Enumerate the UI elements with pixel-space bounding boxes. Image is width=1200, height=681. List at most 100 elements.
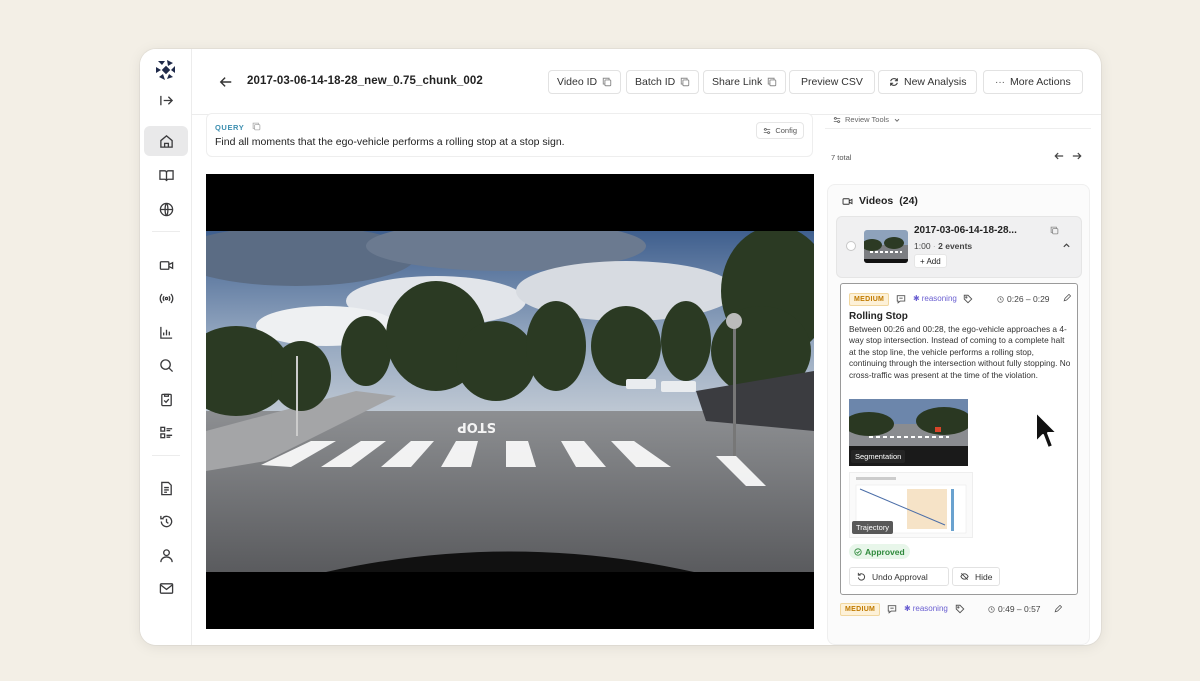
- review-tools-dropdown[interactable]: Review Tools: [825, 111, 1091, 129]
- home-icon[interactable]: [144, 126, 188, 156]
- trajectory-label: Trajectory: [852, 521, 894, 534]
- select-radio[interactable]: [846, 241, 856, 251]
- ellipsis-icon: ···: [995, 76, 1005, 88]
- next-arrow-icon[interactable]: [1072, 151, 1082, 161]
- video-events-count: 2 events: [938, 241, 973, 251]
- prev-arrow-icon[interactable]: [1054, 151, 1064, 161]
- broadcast-icon[interactable]: [144, 283, 188, 313]
- time-range-text: 0:26 – 0:29: [1007, 294, 1050, 304]
- chevron-up-icon[interactable]: [1062, 241, 1071, 250]
- new-analysis-label: New Analysis: [904, 76, 967, 88]
- copy-icon: [767, 77, 777, 87]
- video-id-label: Video ID: [557, 76, 598, 88]
- app-window: 2017-03-06-14-18-28_new_0.75_chunk_002 V…: [140, 49, 1101, 645]
- user-icon[interactable]: [144, 540, 188, 570]
- approved-label: Approved: [865, 546, 905, 557]
- undo-icon: [857, 572, 866, 581]
- page-title: 2017-03-06-14-18-28_new_0.75_chunk_002: [247, 75, 483, 87]
- expand-sidebar-icon[interactable]: [144, 85, 188, 115]
- mouse-cursor-icon: [1035, 411, 1058, 449]
- check-circle-icon: [854, 547, 862, 556]
- book-icon[interactable]: [144, 160, 188, 190]
- video-list-item[interactable]: 2017-03-06-14-18-28... 1:00 · 2 events +…: [836, 216, 1082, 278]
- add-button[interactable]: + Add: [914, 254, 947, 268]
- document-icon[interactable]: [144, 473, 188, 503]
- segmentation-label: Segmentation: [851, 450, 906, 463]
- clock-icon: [988, 605, 995, 613]
- more-actions-label: More Actions: [1010, 76, 1071, 88]
- approved-badge: Approved: [849, 544, 910, 559]
- clipboard-check-icon[interactable]: [144, 384, 188, 414]
- time-range: 0:26 – 0:29: [997, 294, 1050, 304]
- video-item-meta: 1:00 · 2 events: [914, 241, 973, 251]
- video-camera-icon[interactable]: [144, 250, 188, 280]
- video-camera-icon: [842, 197, 853, 205]
- query-label: QUERY: [215, 123, 245, 132]
- event-description: Between 00:26 and 00:28, the ego-vehicle…: [849, 324, 1071, 380]
- tag-icon[interactable]: [955, 604, 965, 614]
- eye-off-icon: [960, 573, 969, 580]
- sidebar-divider: [152, 455, 180, 456]
- undo-approval-label: Undo Approval: [872, 571, 928, 582]
- copy-icon: [602, 77, 612, 87]
- time-range: 0:49 – 0:57: [988, 604, 1041, 614]
- review-tools-label: Review Tools: [845, 115, 890, 124]
- edit-pencil-icon[interactable]: [1063, 294, 1071, 302]
- hide-label: Hide: [975, 571, 993, 582]
- search-icon[interactable]: [144, 350, 188, 380]
- config-label: Config: [775, 126, 797, 135]
- back-arrow-icon[interactable]: [219, 75, 233, 89]
- trajectory-image[interactable]: Trajectory: [849, 472, 973, 538]
- new-analysis-button[interactable]: New Analysis: [878, 70, 978, 94]
- share-link-label: Share Link: [712, 76, 763, 88]
- bar-chart-icon[interactable]: [144, 317, 188, 347]
- stop-road-marking: STOP: [457, 419, 496, 434]
- reasoning-tag[interactable]: ✱ reasoning: [913, 294, 957, 303]
- sidebar: [140, 49, 192, 645]
- video-player[interactable]: STOP: [206, 174, 814, 629]
- tag-icon[interactable]: [963, 294, 973, 304]
- preview-csv-label: Preview CSV: [801, 76, 863, 88]
- batch-id-button[interactable]: Batch ID: [626, 70, 700, 94]
- copy-icon: [681, 77, 690, 87]
- edit-pencil-icon[interactable]: [1054, 605, 1062, 613]
- config-button[interactable]: Config: [756, 122, 804, 139]
- reasoning-tag[interactable]: ✱ reasoning: [904, 604, 948, 613]
- comment-icon[interactable]: [896, 294, 906, 304]
- driving-scene-frame: STOP: [206, 231, 814, 572]
- more-actions-button[interactable]: ··· More Actions: [983, 70, 1083, 94]
- event-title: Rolling Stop: [849, 311, 908, 322]
- copy-icon[interactable]: [1050, 226, 1059, 235]
- preview-csv-button[interactable]: Preview CSV: [789, 70, 875, 94]
- time-range-text: 0:49 – 0:57: [998, 604, 1041, 614]
- chevron-down-icon: [894, 118, 900, 122]
- top-header: 2017-03-06-14-18-28_new_0.75_chunk_002 V…: [192, 49, 1101, 115]
- list-grid-icon[interactable]: [144, 417, 188, 447]
- sliders-icon: [833, 116, 841, 123]
- severity-badge: MEDIUM: [840, 603, 881, 616]
- segmentation-image[interactable]: Segmentation: [849, 399, 968, 466]
- history-icon[interactable]: [144, 506, 188, 536]
- total-count: 7 total: [831, 153, 852, 162]
- globe-icon[interactable]: [144, 194, 188, 224]
- reasoning-label: reasoning: [921, 294, 957, 303]
- sparkle-icon: ✱: [913, 294, 920, 303]
- query-box: QUERY Find all moments that the ego-vehi…: [206, 113, 813, 157]
- clock-icon: [997, 295, 1004, 303]
- mail-icon[interactable]: [144, 573, 188, 603]
- undo-approval-button[interactable]: Undo Approval: [849, 567, 949, 586]
- videos-heading-label: Videos: [859, 195, 894, 207]
- share-link-button[interactable]: Share Link: [703, 70, 787, 94]
- video-item-title: 2017-03-06-14-18-28...: [914, 225, 1017, 236]
- sparkle-icon: ✱: [904, 604, 911, 613]
- batch-id-label: Batch ID: [635, 76, 676, 88]
- video-id-button[interactable]: Video ID: [548, 70, 622, 94]
- copy-icon[interactable]: [252, 122, 261, 131]
- video-thumbnail: [864, 230, 908, 263]
- comment-icon[interactable]: [887, 604, 897, 614]
- app-logo-icon[interactable]: [153, 57, 179, 83]
- hide-button[interactable]: Hide: [952, 567, 1001, 586]
- event-card[interactable]: MEDIUM ✱ reasoning 0:49 – 0:57: [840, 603, 1078, 643]
- reasoning-label: reasoning: [912, 604, 948, 613]
- query-text: Find all moments that the ego-vehicle pe…: [215, 136, 565, 148]
